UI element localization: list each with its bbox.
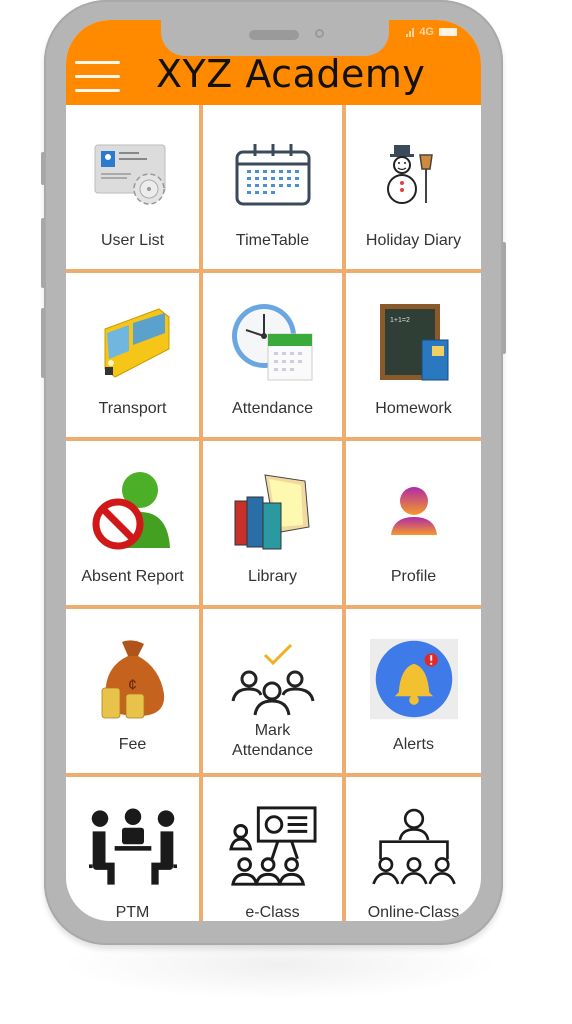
school-bus-icon (89, 299, 177, 387)
tile-ptm[interactable]: PTM (66, 777, 199, 921)
tile-profile[interactable]: Profile (346, 441, 481, 605)
tile-absent-report[interactable]: Absent Report (66, 441, 199, 605)
tile-holiday-diary[interactable]: Holiday Diary (346, 105, 481, 269)
side-button-volume-up (41, 218, 45, 288)
meeting-table-icon (88, 803, 177, 891)
phone-frame: XYZ Academy 4G User List TimeTable Holid… (41, 0, 506, 945)
tile-label: Absent Report (81, 568, 184, 585)
tile-label: Mark Attendance (203, 721, 342, 761)
tile-homework[interactable]: 1+1=2 Homework (346, 273, 481, 437)
tile-mark-attendance[interactable]: Mark Attendance (203, 609, 342, 773)
chalkboard-book-icon: 1+1=2 (370, 299, 458, 387)
money-bag-icon: ¢ (89, 635, 177, 723)
hamburger-menu-icon[interactable] (75, 61, 120, 93)
tile-label: Fee (118, 736, 147, 753)
tile-label: User List (100, 232, 165, 249)
battery-icon (439, 28, 457, 36)
tile-label: Profile (390, 568, 437, 585)
tile-label: Online-Class (367, 904, 460, 921)
tile-label: PTM (115, 904, 150, 921)
front-camera (315, 29, 324, 38)
tile-label: Library (248, 568, 297, 585)
user-profile-icon (370, 467, 458, 555)
tile-label: Transport (98, 400, 167, 417)
books-folder-icon (229, 467, 317, 555)
snowman-icon (370, 131, 458, 219)
status-bar: 4G (406, 26, 457, 38)
tile-library[interactable]: Library (203, 441, 342, 605)
clock-calendar-icon (229, 299, 317, 387)
tile-label: Homework (375, 400, 452, 417)
id-card-gear-icon (89, 131, 177, 219)
tile-label: TimeTable (235, 232, 310, 249)
svg-text:1+1=2: 1+1=2 (390, 317, 410, 324)
group-check-icon (229, 635, 317, 723)
bell-alert-icon (369, 635, 458, 723)
side-button-volume-down (41, 308, 45, 378)
side-button-power (502, 242, 506, 354)
speaker-grill (249, 30, 299, 40)
tile-label-line1: Mark (254, 722, 291, 739)
tile-label: e-Class (245, 904, 300, 921)
dashboard-grid: User List TimeTable Holiday Diary Transp… (66, 105, 481, 921)
presentation-class-icon (228, 803, 317, 891)
user-blocked-icon (89, 467, 177, 555)
online-class-icon (370, 803, 458, 891)
signal-icon (406, 27, 415, 37)
tile-e-class[interactable]: e-Class (203, 777, 342, 921)
phone-screen: XYZ Academy 4G User List TimeTable Holid… (66, 20, 481, 921)
app-title: XYZ Academy (156, 52, 426, 96)
tile-transport[interactable]: Transport (66, 273, 199, 437)
tile-timetable[interactable]: TimeTable (203, 105, 342, 269)
svg-text:¢: ¢ (128, 677, 137, 694)
tile-label: Alerts (393, 736, 434, 753)
phone-notch (161, 20, 389, 56)
side-button-mute (41, 152, 45, 185)
tile-alerts[interactable]: Alerts (346, 609, 481, 773)
tile-label: Holiday Diary (365, 232, 462, 249)
tile-attendance[interactable]: Attendance (203, 273, 342, 437)
tile-online-class[interactable]: Online-Class (346, 777, 481, 921)
tile-label-line2: Attendance (232, 742, 313, 759)
tile-fee[interactable]: ¢ Fee (66, 609, 199, 773)
network-type: 4G (419, 26, 434, 38)
tile-user-list[interactable]: User List (66, 105, 199, 269)
tile-label: Attendance (232, 400, 313, 417)
calendar-icon (229, 131, 317, 219)
